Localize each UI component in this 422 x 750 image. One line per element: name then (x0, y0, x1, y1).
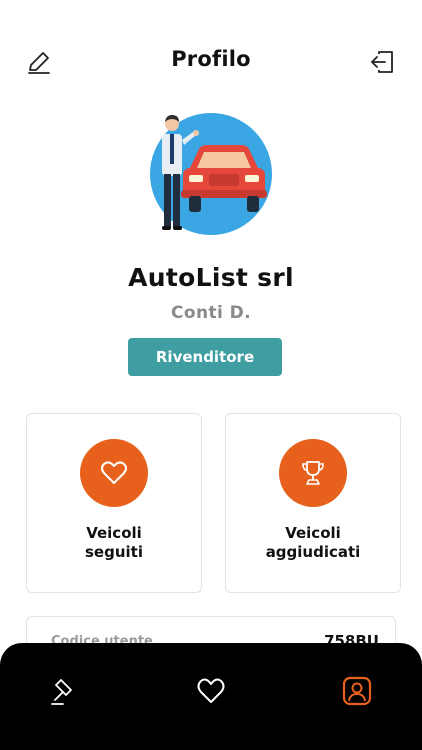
profile-icon (342, 676, 372, 706)
logout-button[interactable] (368, 48, 396, 76)
bottom-tab-bar (0, 643, 422, 750)
heart-icon (197, 678, 225, 703)
followed-vehicles-card[interactable]: Veicoli seguiti (26, 413, 202, 593)
awarded-icon-circle (279, 439, 347, 507)
header: Profilo (0, 0, 422, 120)
awarded-vehicles-label: Veicoli aggiudicati (265, 524, 361, 561)
gavel-icon (51, 679, 72, 705)
followed-icon-circle (80, 439, 148, 507)
company-name: AutoList srl (128, 263, 294, 292)
dealer-avatar (150, 113, 272, 235)
followed-vehicles-label: Veicoli seguiti (85, 524, 143, 561)
tab-favorites[interactable] (195, 675, 227, 707)
tab-auctions[interactable] (48, 675, 80, 707)
trophy-icon (302, 461, 324, 485)
role-badge: Rivenditore (128, 338, 282, 376)
tab-profile[interactable] (341, 675, 373, 707)
user-name: Conti D. (171, 303, 251, 323)
heart-icon (101, 461, 127, 484)
page-title: Profilo (171, 47, 251, 71)
awarded-vehicles-card[interactable]: Veicoli aggiudicati (225, 413, 401, 593)
logout-icon (371, 51, 393, 73)
